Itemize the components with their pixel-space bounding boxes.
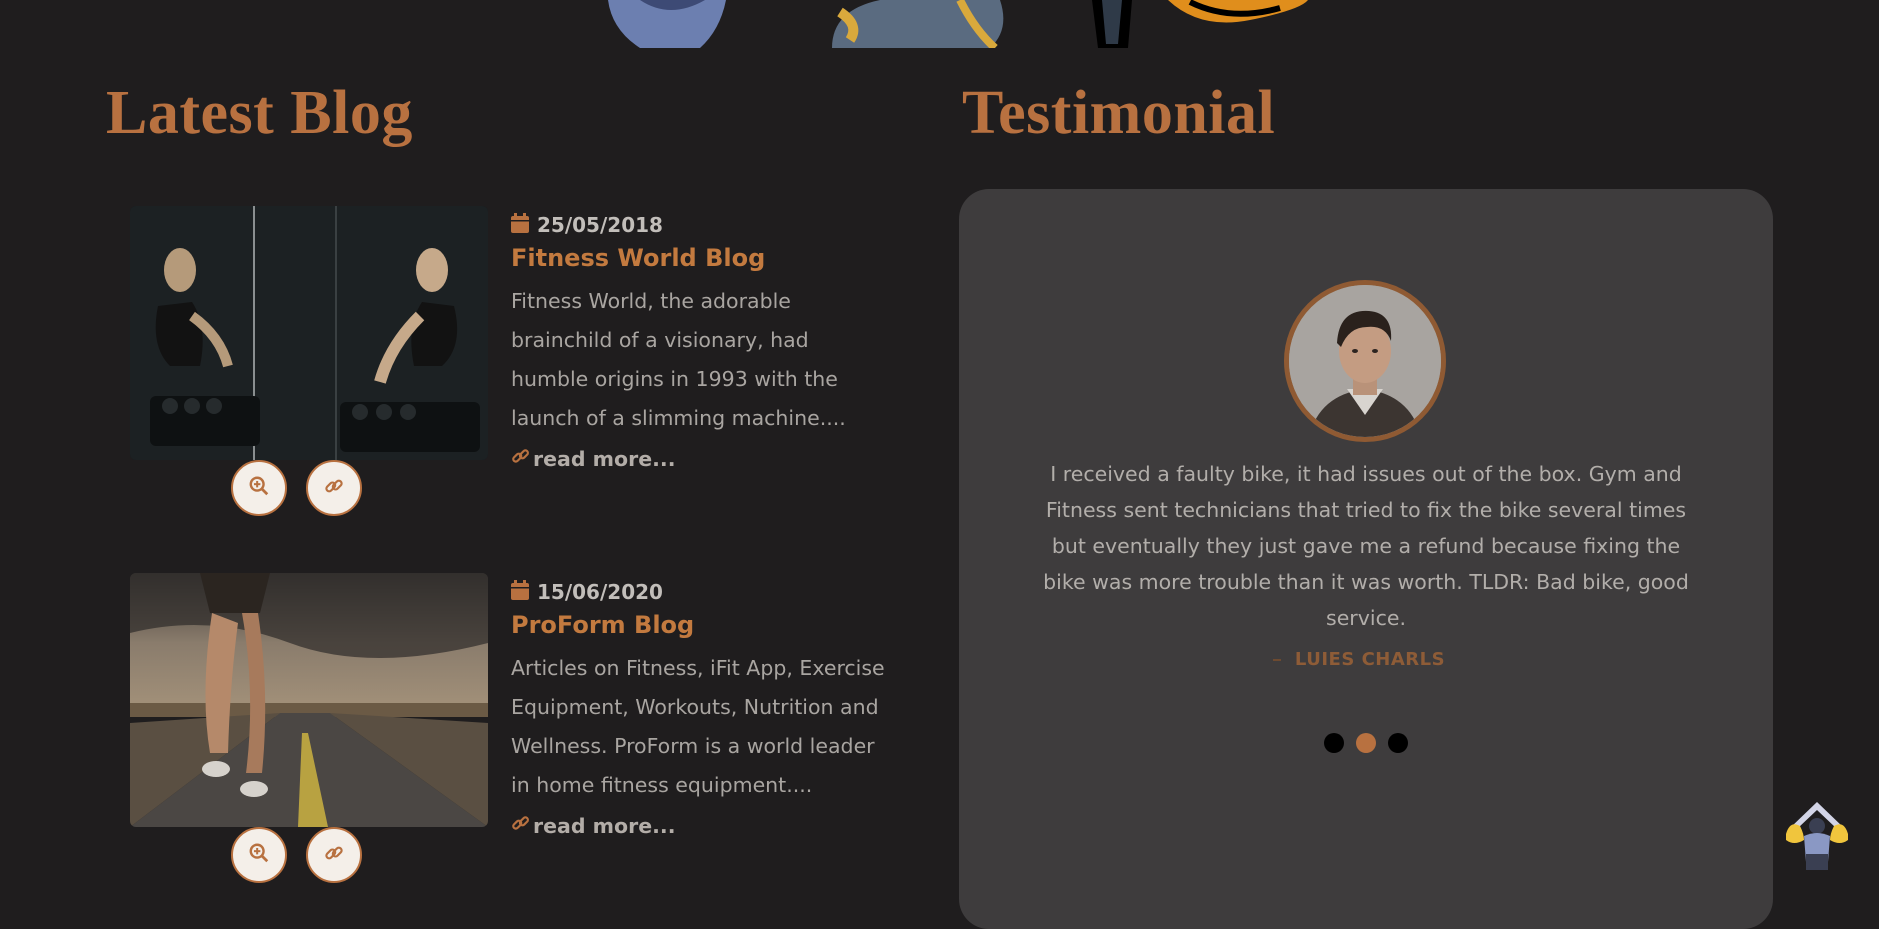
carousel-dot-1[interactable] (1324, 733, 1344, 753)
post-link-button[interactable] (306, 460, 362, 516)
blog-post-content: 25/05/2018 Fitness World Blog Fitness Wo… (511, 212, 891, 479)
post-date: 25/05/2018 (511, 212, 891, 238)
blog-post: 15/06/2020 ProForm Blog Articles on Fitn… (130, 573, 890, 903)
testimonial-avatar (1284, 280, 1446, 442)
calendar-icon (511, 212, 529, 238)
testimonial-card: I received a faulty bike, it had issues … (959, 189, 1773, 929)
read-more-label: read more... (533, 814, 676, 838)
testimonial-author: LUIES CHARLS (959, 649, 1773, 670)
read-more-link[interactable]: read more... (511, 807, 891, 846)
blog-post: 25/05/2018 Fitness World Blog Fitness Wo… (130, 206, 890, 536)
post-date: 15/06/2020 (511, 579, 891, 605)
zoom-in-icon (248, 842, 270, 868)
author-dash (1272, 658, 1281, 661)
carousel-dots (959, 733, 1773, 753)
blog-post-image[interactable] (130, 206, 488, 460)
post-title-link[interactable]: ProForm Blog (511, 611, 891, 639)
post-link-button[interactable] (306, 827, 362, 883)
post-date-text: 15/06/2020 (537, 580, 663, 604)
post-excerpt: Articles on Fitness, iFit App, Exercise … (511, 656, 885, 797)
post-excerpt: Fitness World, the adorable brainchild o… (511, 289, 846, 430)
link-icon (511, 807, 531, 846)
blog-post-content: 15/06/2020 ProForm Blog Articles on Fitn… (511, 579, 891, 846)
link-icon (323, 842, 345, 868)
testimonial-heading: Testimonial (962, 79, 1276, 147)
read-more-link[interactable]: read more... (511, 440, 891, 479)
blog-post-image[interactable] (130, 573, 488, 827)
post-date-text: 25/05/2018 (537, 213, 663, 237)
testimonial-quote: I received a faulty bike, it had issues … (1043, 462, 1689, 630)
zoom-button[interactable] (231, 827, 287, 883)
testimonial-author-name: LUIES CHARLS (1294, 649, 1446, 670)
post-title-link[interactable]: Fitness World Blog (511, 244, 891, 272)
carousel-dot-2[interactable] (1356, 733, 1376, 753)
top-illustration-strip (0, 0, 1879, 48)
zoom-in-icon (248, 475, 270, 501)
link-icon (511, 440, 531, 479)
calendar-icon (511, 579, 529, 605)
scroll-to-top-button[interactable] (1780, 800, 1854, 872)
zoom-button[interactable] (231, 460, 287, 516)
read-more-label: read more... (533, 447, 676, 471)
carousel-dot-3[interactable] (1388, 733, 1408, 753)
latest-blog-heading: Latest Blog (106, 79, 413, 147)
flexing-strongman-icon (1780, 802, 1854, 876)
link-icon (323, 475, 345, 501)
